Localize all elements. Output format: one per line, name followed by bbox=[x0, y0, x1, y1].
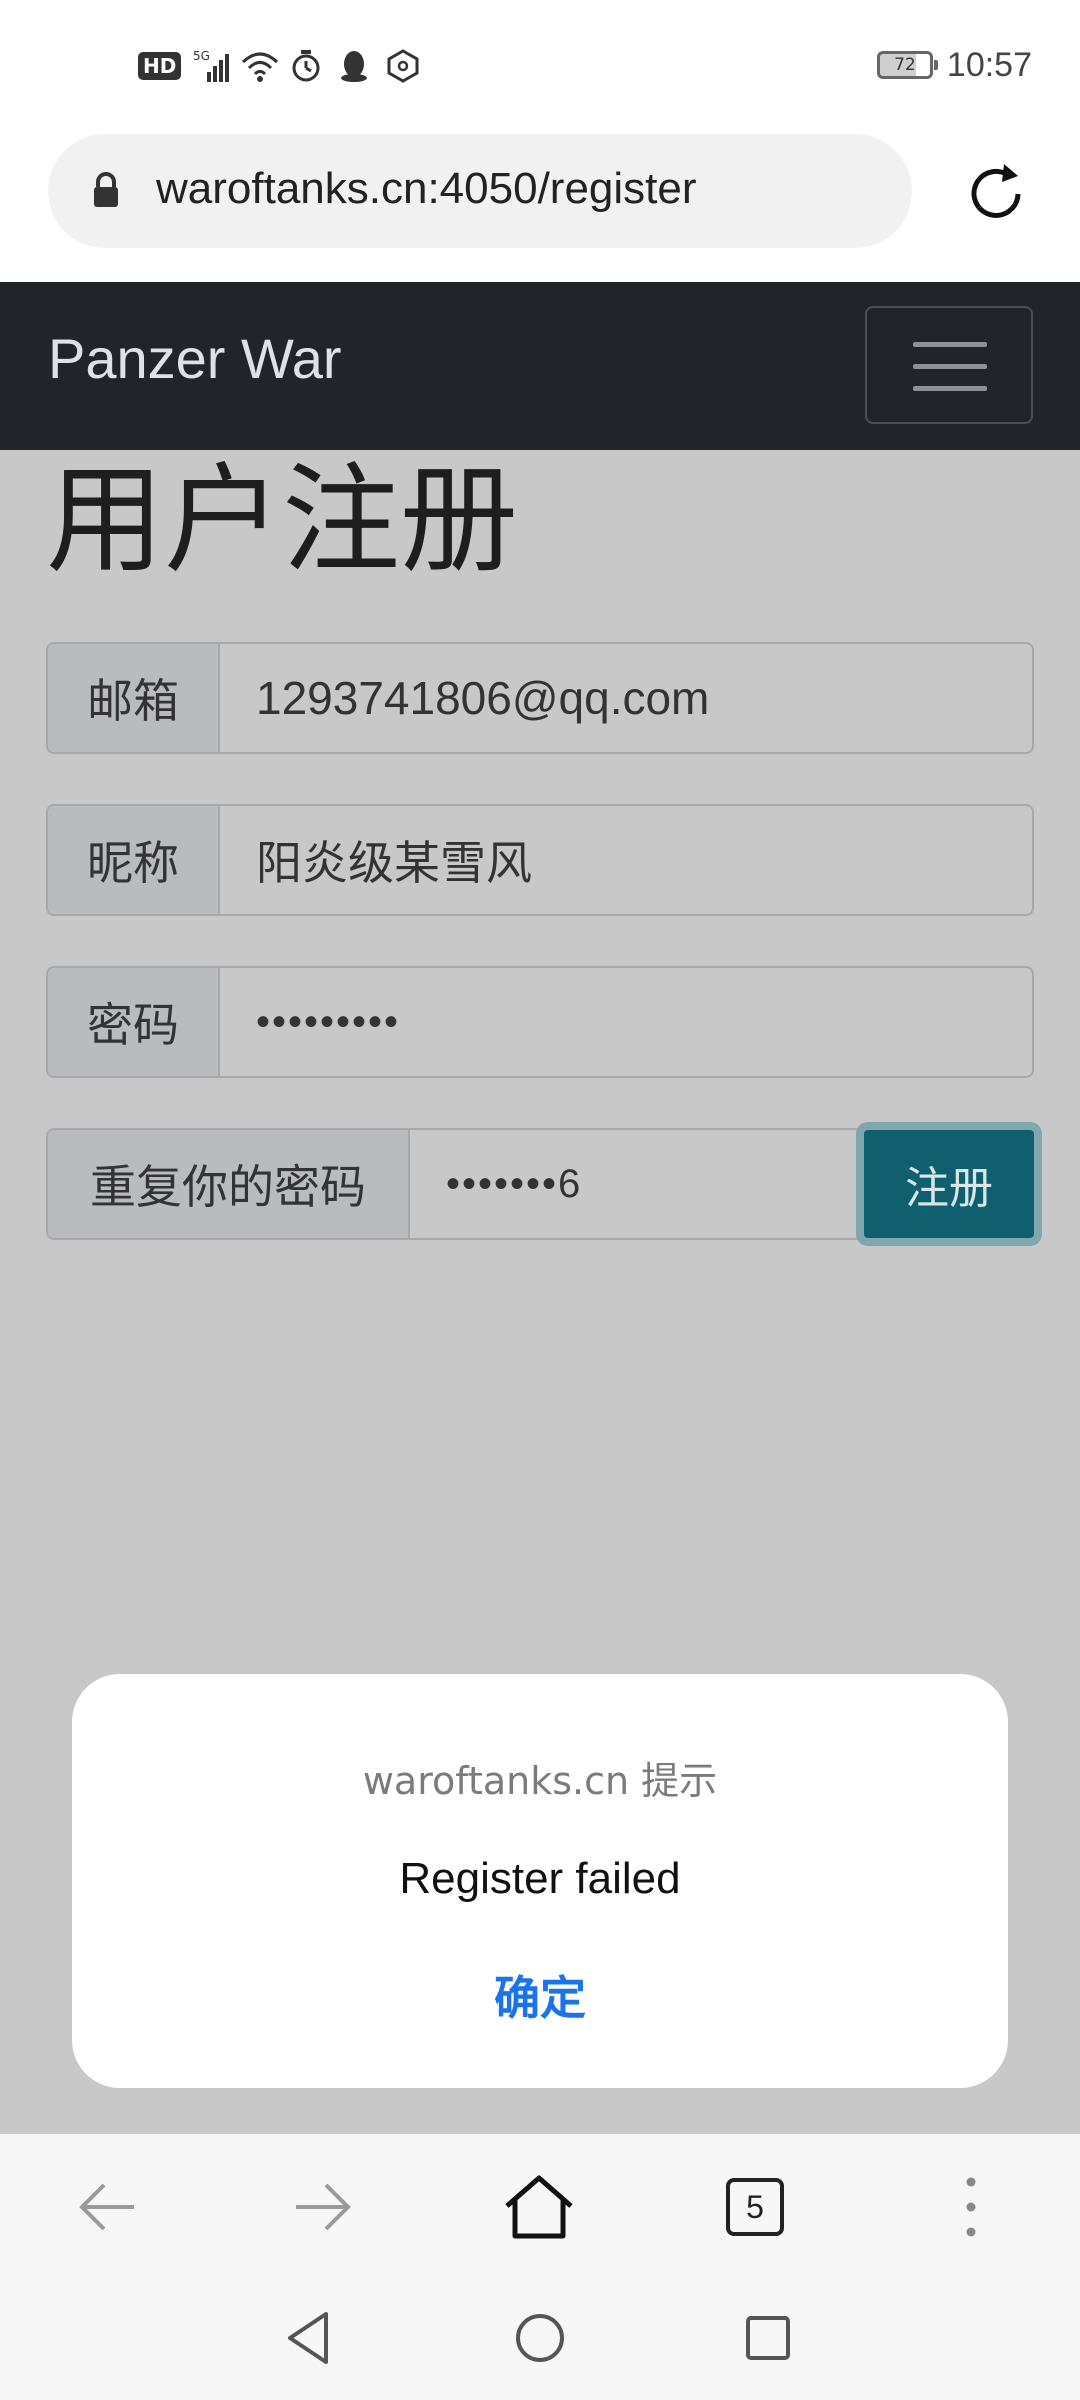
dialog-message: Register failed bbox=[399, 1854, 681, 1903]
email-field[interactable]: 1293741806@qq.com bbox=[220, 644, 1032, 752]
battery-icon: 72 bbox=[876, 51, 938, 79]
alert-dialog: waroftanks.cn 提示 Register failed 确定 bbox=[72, 1674, 1008, 2088]
system-navigation-bar bbox=[0, 2276, 1080, 2400]
hamburger-line bbox=[913, 386, 987, 391]
repeat-password-label: 重复你的密码 bbox=[48, 1130, 410, 1238]
alarm-icon bbox=[289, 48, 325, 84]
status-icons-left: HD 5G bbox=[138, 44, 421, 88]
network-type-label: 5G bbox=[193, 49, 210, 63]
nickname-input-group: 昵称 阳炎级某雪风 bbox=[46, 804, 1034, 916]
hexagon-app-icon bbox=[385, 48, 421, 84]
tabs-count: 5 bbox=[726, 2178, 784, 2236]
email-label: 邮箱 bbox=[48, 644, 220, 752]
tabs-button[interactable]: 5 bbox=[710, 2162, 800, 2252]
nickname-field[interactable]: 阳炎级某雪风 bbox=[220, 806, 1032, 914]
nickname-label: 昵称 bbox=[48, 806, 220, 914]
more-menu-icon[interactable] bbox=[926, 2162, 1016, 2252]
repeat-password-field[interactable]: •••••••6 bbox=[410, 1130, 932, 1238]
nav-home-icon[interactable] bbox=[504, 2302, 576, 2374]
clock: 10:57 bbox=[946, 45, 1032, 84]
navbar-brand[interactable]: Panzer War bbox=[48, 326, 342, 391]
site-navbar: Panzer War bbox=[0, 282, 1080, 450]
reload-icon[interactable] bbox=[960, 158, 1032, 230]
lock-icon[interactable] bbox=[92, 172, 120, 208]
dialog-title: waroftanks.cn 提示 bbox=[362, 1759, 718, 1803]
nav-back-icon[interactable] bbox=[274, 2302, 346, 2374]
hd-indicator: HD bbox=[138, 52, 182, 80]
register-button[interactable]: 注册 bbox=[856, 1122, 1042, 1246]
email-input-group: 邮箱 1293741806@qq.com bbox=[46, 642, 1034, 754]
password-field[interactable]: ••••••••• bbox=[220, 968, 1032, 1076]
signal-icon: 5G bbox=[193, 48, 230, 84]
browser-toolbar: waroftanks.cn:4050/register bbox=[0, 130, 1080, 282]
forward-icon[interactable] bbox=[278, 2162, 368, 2252]
status-icons-right: 72 10:57 bbox=[876, 40, 1032, 90]
wifi-icon bbox=[241, 48, 279, 84]
back-icon[interactable] bbox=[62, 2162, 152, 2252]
hamburger-line bbox=[913, 364, 987, 369]
url-text[interactable]: waroftanks.cn:4050/register bbox=[156, 164, 697, 214]
page-title: 用户注册 bbox=[46, 451, 519, 589]
password-input-group: 密码 ••••••••• bbox=[46, 966, 1034, 1078]
dialog-ok-button[interactable]: 确定 bbox=[72, 1962, 1008, 2028]
hamburger-line bbox=[913, 342, 987, 347]
password-label: 密码 bbox=[48, 968, 220, 1076]
qq-icon bbox=[337, 48, 373, 84]
status-bar: HD 5G 72 10:57 bbox=[0, 0, 1080, 130]
browser-bottom-bar: 5 bbox=[0, 2134, 1080, 2276]
address-bar[interactable]: waroftanks.cn:4050/register bbox=[48, 134, 912, 248]
home-icon[interactable] bbox=[494, 2162, 584, 2252]
repeat-password-input-group: 重复你的密码 •••••••6 bbox=[46, 1128, 934, 1240]
menu-toggle-button[interactable] bbox=[865, 306, 1033, 424]
nav-recents-icon[interactable] bbox=[732, 2302, 804, 2374]
